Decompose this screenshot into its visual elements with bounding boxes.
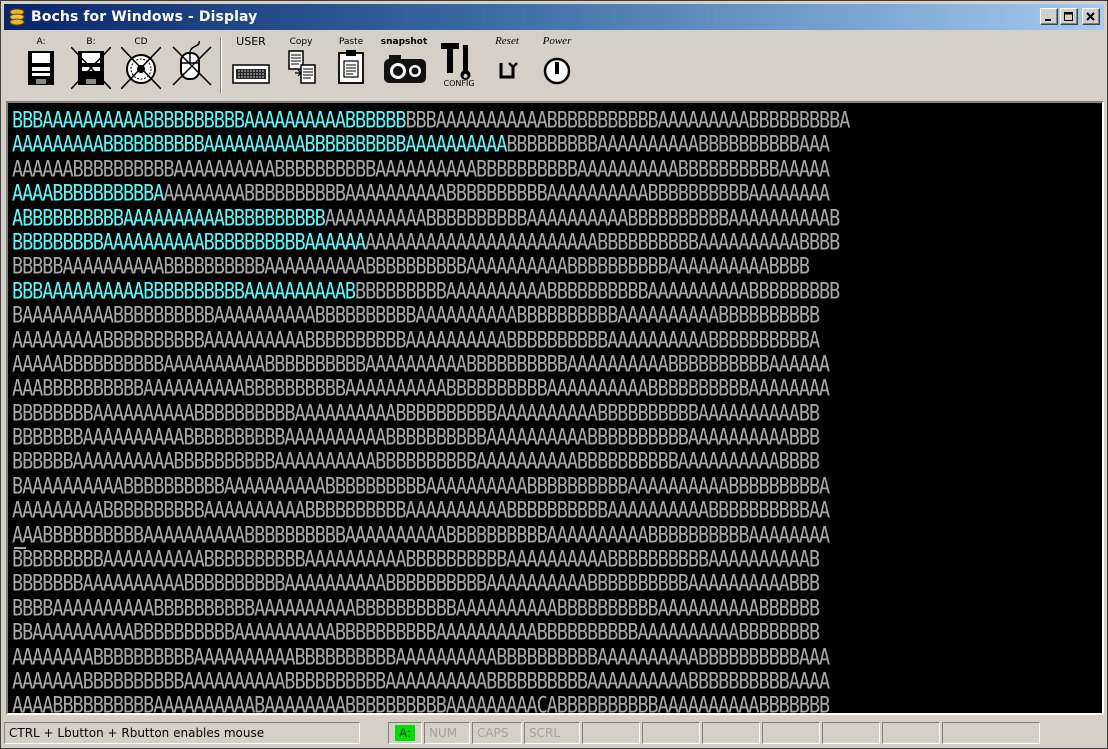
drive-led-label: A: [394,725,416,741]
floppy-b-button[interactable]: B: [68,33,114,93]
display-line-highlight: AAAABBBBBBBBBBA [12,181,164,207]
display-line-highlight: AAAAAAAAABBBBBBBBBBAAAAAAAAAABBBBBBBBBBA… [12,132,507,158]
toolbar-separator [220,37,222,93]
config-button[interactable]: CONFIG [434,33,480,93]
status-panel [882,722,940,744]
display-line-text: BBBBBBBBBAAAAAAAAAABBBBBBBBBBAAAAAAAAAAB… [355,278,840,305]
display-line-text: AAAAABBBBBBBBBBAAAAAAAAAABBBBBBBBBBAAAAA… [12,352,830,378]
floppy-disk-disabled-icon [71,47,111,89]
cdrom-label: CD [134,37,148,47]
snapshot-button[interactable]: snapshot [378,33,430,93]
reset-label: Reset [495,35,519,47]
display-line-text: AAAAAAAAAAAAAAAAAAAAAAABBBBBBBBBBAAAAAAA… [365,230,840,256]
close-button[interactable] [1082,8,1100,25]
display-line-text: BBBBBBBBBAAAAAAAAAABBBBBBBBBBAAAAAAAAAAB… [12,547,820,573]
display-line-text: AAAAAAAAABBBBBBBBBBAAAAAAAAAABBBBBBBBBBA… [12,327,820,353]
status-panel [642,722,700,744]
minimize-icon [1045,18,1051,21]
floppy-a-label: A: [36,37,46,47]
status-panel [582,722,640,744]
display-line-text: BBBBBBBAAAAAAAAAABBBBBBBBBBAAAAAAAAAABBB… [12,425,820,451]
display-line: AAAABBBBBBBBBBAAAAAAAAAABAAAAAAAABBBBBBB… [12,692,1102,715]
caption-buttons [1040,8,1100,25]
snapshot-label: snapshot [380,37,428,47]
display-line-text: BBAAAAAAAAAABBBBBBBBBBAAAAAAAAAABBBBBBBB… [12,620,820,646]
display-line-text: AAAAAAAABBBBBBBBBBAAAAAAAAAABBBBBBBBBBAA… [12,644,830,670]
display-line-text: AAAAAAAABBBBBBBBBBAAAAAAAAAABBBBBBBBBBAA… [163,181,830,207]
display-line-highlight: BBBAAAAAAAAAABBBBBBBBBBAAAAAAAAAABBBBBB [12,108,406,134]
copy-icon [288,50,316,84]
display-line-text: AAAAAAAAABBBBBBBBBBAAAAAAAAAABBBBBBBBBBA… [12,498,830,524]
scroll-lock-indicator: SCRL [524,722,580,744]
close-icon [1086,11,1095,21]
paste-label: Paste [338,37,364,47]
status-bar: CTRL + Lbutton + Rbutton enables mouse A… [4,720,1104,746]
display-line-text: AAABBBBBBBBBBAAAAAAAAAABBBBBBBBBBAAAAAAA… [12,376,830,402]
bochs-window: Bochs for Windows - Display A: B: CD USE… [0,0,1108,749]
cdrom-disabled-icon [121,47,161,89]
status-message: CTRL + Lbutton + Rbutton enables mouse [4,722,360,744]
title-bar[interactable]: Bochs for Windows - Display [4,4,1104,30]
user-button[interactable]: USER [228,33,274,93]
power-label: Power [542,35,572,47]
cdrom-button[interactable]: CD [118,33,164,93]
reset-button[interactable]: Reset [484,33,530,93]
status-panel [942,722,1040,744]
copy-button[interactable]: Copy [278,33,324,93]
display-line-text: AAABBBBBBBBBBAAAAAAAAAABBBBBBBBBBAAAAAAA… [12,522,830,549]
paste-clipboard-icon [338,50,364,84]
bochs-app-icon [9,8,25,26]
status-panel [702,722,760,744]
display-line-text: AAAAAAAAAABBBBBBBBBBAAAAAAAAAABBBBBBBBBB… [324,205,841,231]
display-line-text: BAAAAAAAAABBBBBBBBBBAAAAAAAAAABBBBBBBBBB… [12,303,820,329]
window-title: Bochs for Windows - Display [31,9,258,25]
status-spacer [362,722,386,744]
mouse-button[interactable] [168,33,214,93]
toolbar: A: B: CD USER Copy Paste snapshot CONFIG… [4,33,1104,99]
status-panel [762,722,820,744]
display-line-text: BBBBBBBAAAAAAAAAABBBBBBBBBBAAAAAAAAAABBB… [12,571,820,597]
power-icon [543,57,571,85]
display-line-text: BBBBBBAAAAAAAAAABBBBBBBBBBAAAAAAAAAABBBB… [12,449,820,475]
minimize-button[interactable] [1040,8,1058,25]
display-line-text: BBBBBBBBAAAAAAAAAABBBBBBBBBBAAAAAAAAAABB… [12,400,820,427]
display-line-highlight: BBBAAAAAAAAAABBBBBBBBBBAAAAAAAAAAB [12,278,356,305]
display-line-highlight: ABBBBBBBBBBAAAAAAAAAABBBBBBBBBB [12,205,326,231]
maximize-button[interactable] [1060,8,1078,25]
status-panel [822,722,880,744]
display-text: BBBAAAAAAAAAABBBBBBBBBBAAAAAAAAAABBBBBBB… [12,107,1102,715]
drive-led-a: A: [388,722,422,744]
mouse-disabled-icon [172,41,212,86]
display-line-text: BBBBAAAAAAAAAABBBBBBBBBBAAAAAAAAAABBBBBB… [12,596,820,622]
display-line-text: BBBAAAAAAAAAAABBBBBBBBBBBAAAAAAAAABBBBBB… [405,108,850,134]
keyboard-icon [232,64,270,84]
display-line-text: BAAAAAAAAAABBBBBBBBBBAAAAAAAAAABBBBBBBBB… [12,474,830,500]
display-line-text: BBBBBBBBBAAAAAAAAAABBBBBBBBBBAAA [506,132,830,158]
floppy-b-label: B: [86,37,96,47]
display-line-text: AAAAAABBBBBBBBBBAAAAAAAAAABBBBBBBBBBAAAA… [12,156,830,183]
vga-display[interactable]: BBBAAAAAAAAAABBBBBBBBBBAAAAAAAAAABBBBBBB… [6,101,1104,715]
copy-label: Copy [289,37,313,47]
floppy-a-button[interactable]: A: [18,33,64,93]
camera-icon [384,55,426,83]
display-line-text: AAAABBBBBBBBBBAAAAAAAAAABAAAAAAAABBBBBBB… [12,693,830,715]
maximize-icon [1064,11,1073,21]
display-line-text: BBBBBAAAAAAAAAABBBBBBBBBBAAAAAAAAAABBBBB… [12,254,810,280]
paste-button[interactable]: Paste [328,33,374,93]
display-line-highlight: BBBBBBBBBAAAAAAAAAABBBBBBBBBBAAAAAA [12,230,366,256]
caps-lock-indicator: CAPS [472,722,522,744]
config-label: CONFIG [443,79,475,88]
num-lock-indicator: NUM [424,722,470,744]
reset-icon [499,62,518,79]
floppy-disk-icon [28,51,54,85]
power-button[interactable]: Power [534,33,580,93]
text-cursor [14,547,26,549]
display-line-text: AAAAAAABBBBBBBBBBAAAAAAAAAABBBBBBBBBBAAA… [12,669,830,695]
